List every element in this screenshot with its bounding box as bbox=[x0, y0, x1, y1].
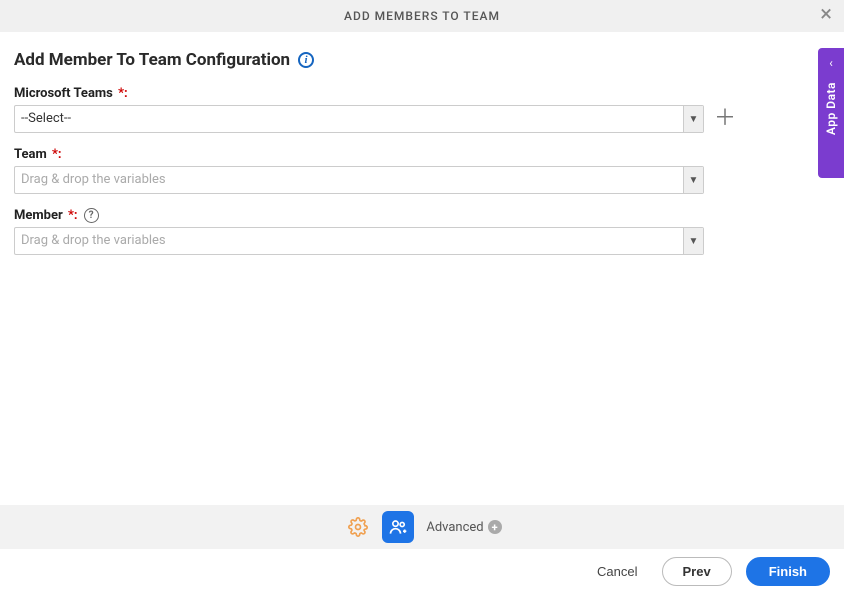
advanced-toggle[interactable]: Advanced + bbox=[426, 520, 501, 535]
chevron-down-icon[interactable]: ▼ bbox=[683, 228, 703, 254]
advanced-label: Advanced bbox=[426, 520, 483, 535]
chevron-down-icon[interactable]: ▼ bbox=[683, 167, 703, 193]
finish-button[interactable]: Finish bbox=[746, 557, 830, 586]
prev-button[interactable]: Prev bbox=[662, 557, 732, 586]
gear-icon[interactable] bbox=[342, 511, 374, 543]
field-ms-teams: Microsoft Teams *: --Select-- ▼ ＋ bbox=[14, 86, 826, 133]
side-tab-label: App Data bbox=[824, 82, 838, 135]
chevron-left-icon: ‹ bbox=[829, 56, 833, 70]
field-label-ms-teams: Microsoft Teams *: bbox=[14, 86, 826, 101]
chevron-down-icon[interactable]: ▼ bbox=[683, 106, 703, 132]
add-ms-teams-button[interactable]: ＋ bbox=[714, 108, 736, 130]
dialog-title: ADD MEMBERS TO TEAM bbox=[344, 9, 500, 23]
plus-circle-icon: + bbox=[488, 520, 502, 534]
form-content: Add Member To Team Configuration i Micro… bbox=[0, 32, 844, 505]
required-mark: *: bbox=[65, 208, 78, 223]
people-icon[interactable] bbox=[382, 511, 414, 543]
app-data-tab[interactable]: ‹ App Data bbox=[818, 48, 844, 178]
dialog-footer: Cancel Prev Finish bbox=[0, 549, 844, 593]
help-icon[interactable]: ? bbox=[84, 208, 99, 223]
field-member: Member *: ? Drag & drop the variables ▼ bbox=[14, 208, 826, 255]
team-input[interactable]: Drag & drop the variables ▼ bbox=[14, 166, 704, 194]
close-icon[interactable]: × bbox=[820, 4, 832, 26]
field-label-text: Team bbox=[14, 147, 47, 162]
page-title: Add Member To Team Configuration bbox=[14, 50, 290, 70]
member-placeholder: Drag & drop the variables bbox=[15, 228, 683, 254]
dialog-header: ADD MEMBERS TO TEAM × bbox=[0, 0, 844, 32]
field-label-member: Member *: ? bbox=[14, 208, 826, 223]
member-input[interactable]: Drag & drop the variables ▼ bbox=[14, 227, 704, 255]
field-label-team: Team *: bbox=[14, 147, 826, 162]
field-team: Team *: Drag & drop the variables ▼ bbox=[14, 147, 826, 194]
ms-teams-select[interactable]: --Select-- ▼ bbox=[14, 105, 704, 133]
field-label-text: Member bbox=[14, 208, 63, 223]
team-placeholder: Drag & drop the variables bbox=[15, 167, 683, 193]
mid-toolbar: Advanced + bbox=[0, 505, 844, 549]
cancel-button[interactable]: Cancel bbox=[587, 558, 647, 585]
required-mark: *: bbox=[49, 147, 62, 162]
field-label-text: Microsoft Teams bbox=[14, 86, 113, 101]
ms-teams-select-value: --Select-- bbox=[15, 106, 683, 132]
required-mark: *: bbox=[115, 86, 128, 101]
info-icon[interactable]: i bbox=[298, 52, 314, 68]
page-title-row: Add Member To Team Configuration i bbox=[14, 50, 826, 70]
